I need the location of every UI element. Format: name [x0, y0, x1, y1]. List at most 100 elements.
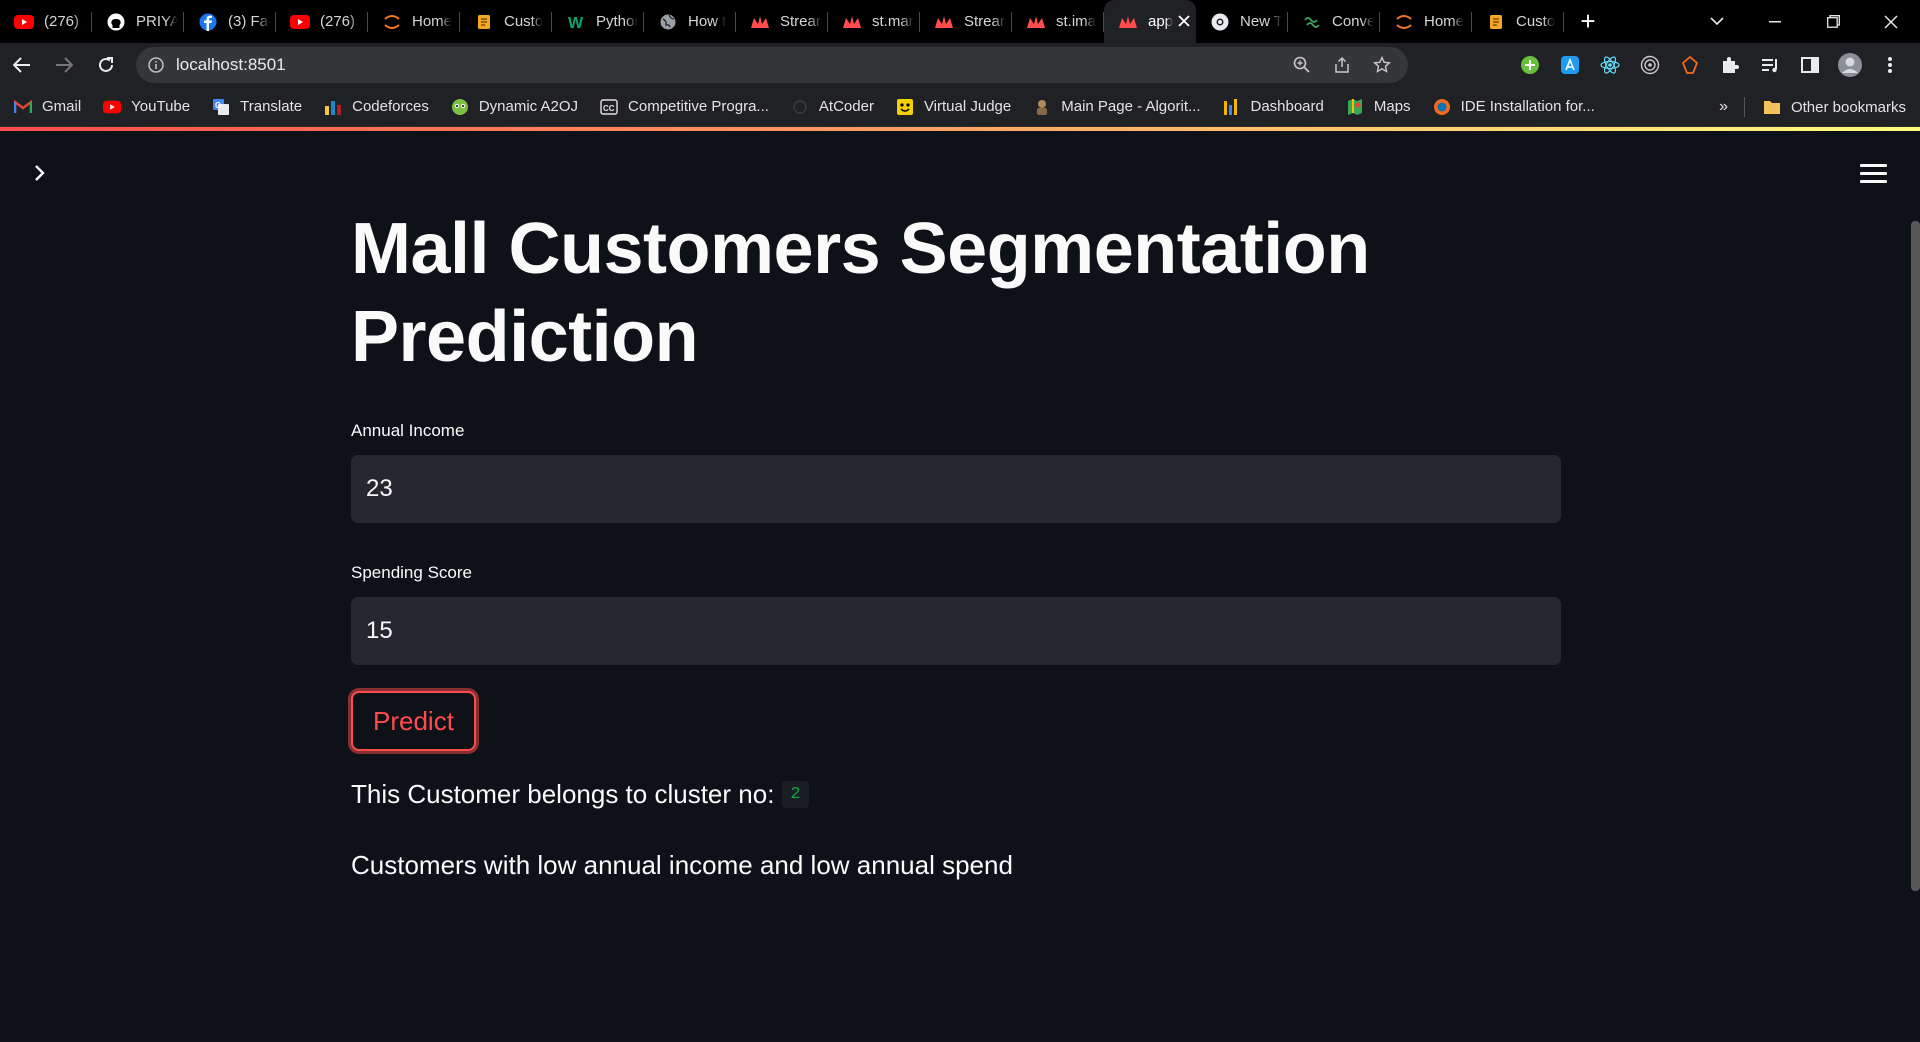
- tab-1[interactable]: PRIYA: [92, 0, 184, 43]
- sidebar-expand-icon[interactable]: [28, 161, 52, 185]
- tab-15[interactable]: Home: [1380, 0, 1472, 43]
- bookmark-label: Translate: [240, 98, 303, 115]
- globe-icon: [658, 12, 678, 32]
- app-store-extension-icon[interactable]: [1550, 47, 1590, 83]
- bookmark-label: Virtual Judge: [923, 98, 1012, 115]
- reload-button[interactable]: [86, 47, 126, 83]
- streamlit-app: Mall Customers Segmentation Prediction A…: [0, 127, 1920, 1042]
- tab-title: st.ima: [1056, 13, 1097, 30]
- back-button[interactable]: [2, 47, 42, 83]
- a2oj-icon: [451, 98, 469, 116]
- new-tab-button[interactable]: +: [1568, 0, 1608, 43]
- page-title: Mall Customers Segmentation Prediction: [351, 209, 1370, 377]
- side-panel-icon[interactable]: [1790, 47, 1830, 83]
- bookmark-item[interactable]: Dashboard: [1222, 98, 1324, 116]
- react-devtools-icon[interactable]: [1590, 47, 1630, 83]
- tab-list: (276) 1 PRIYA (3) Fac (276) 1 Home Custo W Pyth…: [0, 0, 1564, 43]
- close-tab-icon[interactable]: [1174, 12, 1190, 32]
- result-line: This Customer belongs to cluster no: 2: [351, 779, 1561, 810]
- youtube-icon: [290, 12, 310, 32]
- tab-7[interactable]: How t: [644, 0, 736, 43]
- tab-4[interactable]: Home: [368, 0, 460, 43]
- tab-12[interactable]: app: [1104, 0, 1196, 43]
- bookmark-item[interactable]: Maps: [1346, 98, 1411, 116]
- more-bookmarks-button[interactable]: »: [1719, 87, 1728, 127]
- share-icon[interactable]: [1322, 56, 1362, 74]
- scrollbar-thumb[interactable]: [1911, 221, 1920, 891]
- tab-5[interactable]: Custo: [460, 0, 552, 43]
- codeforces-icon: [324, 98, 342, 116]
- tab-title: Custo: [1516, 13, 1556, 30]
- bookmark-label: YouTube: [131, 98, 191, 115]
- tab-title: Python: [596, 13, 638, 30]
- tab-16[interactable]: Custo: [1472, 0, 1564, 43]
- address-bar[interactable]: localhost:8501: [136, 47, 1408, 83]
- ide-icon: [1433, 98, 1451, 116]
- tab-8[interactable]: Stream: [736, 0, 828, 43]
- site-info-icon[interactable]: [136, 57, 176, 73]
- main-content: Mall Customers Segmentation Prediction A…: [351, 205, 1561, 881]
- green-plus-extension-icon[interactable]: [1510, 47, 1550, 83]
- notebook-icon: [474, 12, 494, 32]
- bookmark-item[interactable]: Codeforces: [324, 98, 429, 116]
- app-menu-icon[interactable]: [1860, 161, 1890, 185]
- reading-list-icon[interactable]: [1750, 47, 1790, 83]
- tab-13[interactable]: New T: [1196, 0, 1288, 43]
- bookmark-item[interactable]: G Translate: [212, 98, 302, 116]
- tab-search-icon[interactable]: [1688, 0, 1746, 43]
- streamlit-icon: [1118, 12, 1138, 32]
- extensions-area: [1510, 43, 1910, 87]
- tab-11[interactable]: st.ima: [1012, 0, 1104, 43]
- tab-9[interactable]: st.mar: [828, 0, 920, 43]
- bookmark-item[interactable]: Gmail: [14, 98, 81, 116]
- close-window-button[interactable]: [1862, 0, 1920, 43]
- tab-6[interactable]: W Python: [552, 0, 644, 43]
- convert-icon: [1302, 12, 1322, 32]
- translate-icon: G: [212, 98, 230, 116]
- tab-14[interactable]: Conve: [1288, 0, 1380, 43]
- predict-button[interactable]: Predict: [351, 691, 476, 751]
- annual-income-input[interactable]: [351, 455, 1561, 523]
- bookmark-item[interactable]: Main Page - Algorit...: [1033, 98, 1200, 116]
- browser-toolbar: localhost:8501: [0, 43, 1920, 87]
- forward-button[interactable]: [44, 47, 84, 83]
- bookmark-item[interactable]: AtCoder: [791, 98, 874, 116]
- jupyter-icon: [1394, 12, 1414, 32]
- atcoder-icon: [791, 98, 809, 116]
- chrome-icon: [1210, 12, 1230, 32]
- target-extension-icon[interactable]: [1630, 47, 1670, 83]
- cluster-description: Customers with low annual income and low…: [351, 850, 1013, 880]
- bookmark-star-icon[interactable]: [1362, 56, 1402, 74]
- bookmark-label: Dashboard: [1250, 98, 1324, 115]
- browser-menu-icon[interactable]: [1870, 47, 1910, 83]
- restore-button[interactable]: [1804, 0, 1862, 43]
- tab-0[interactable]: (276) 1: [0, 0, 92, 43]
- bookmark-label: Maps: [1373, 98, 1411, 115]
- profile-avatar[interactable]: [1830, 47, 1870, 83]
- bookmark-item[interactable]: CC Competitive Progra...: [600, 98, 769, 116]
- header-decoration: [0, 127, 1920, 131]
- tab-title: Stream: [964, 13, 1006, 30]
- vjudge-icon: [896, 98, 914, 116]
- streamlit-icon: [842, 12, 862, 32]
- orange-extension-icon[interactable]: [1670, 47, 1710, 83]
- minimize-button[interactable]: [1746, 0, 1804, 43]
- other-bookmarks-folder[interactable]: Other bookmarks: [1763, 87, 1906, 127]
- tab-title: st.mar: [872, 13, 914, 30]
- tab-2[interactable]: (3) Fac: [184, 0, 276, 43]
- bookmark-item[interactable]: Virtual Judge: [896, 98, 1011, 116]
- zoom-icon[interactable]: [1282, 56, 1322, 74]
- algorithm-icon: [1033, 98, 1051, 116]
- bookmark-item[interactable]: YouTube: [103, 98, 190, 116]
- streamlit-icon: [934, 12, 954, 32]
- jupyter-icon: [382, 12, 402, 32]
- spending-score-input[interactable]: [351, 597, 1561, 665]
- tab-10[interactable]: Stream: [920, 0, 1012, 43]
- bookmark-item[interactable]: IDE Installation for...: [1433, 98, 1595, 116]
- extensions-puzzle-icon[interactable]: [1710, 47, 1750, 83]
- address-url: localhost:8501: [176, 55, 286, 74]
- bookmark-item[interactable]: Dynamic A2OJ: [451, 98, 578, 116]
- tab-3[interactable]: (276) 1: [276, 0, 368, 43]
- github-icon: [106, 12, 126, 32]
- bookmarks-bar: Gmail YouTube G Translate Codeforces Dynamic …: [0, 87, 1920, 127]
